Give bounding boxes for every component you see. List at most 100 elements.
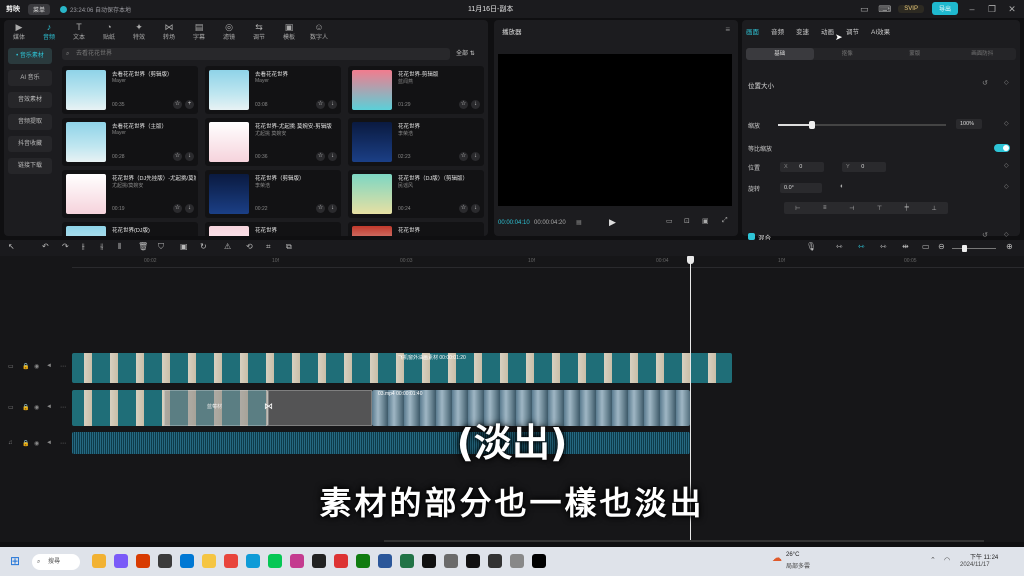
scale-slider[interactable] — [778, 121, 946, 129]
filter-button[interactable]: 全部 ⇅ — [456, 48, 486, 60]
keyframe-icon[interactable]: ◇ — [1004, 79, 1009, 86]
mark-icon[interactable]: ⛉ — [158, 242, 164, 252]
shortcut-icon[interactable]: ⌨ — [878, 3, 891, 15]
tiktok-icon[interactable] — [466, 554, 480, 568]
playhead-handle[interactable] — [687, 256, 694, 264]
music-card[interactable]: 花花世界 — [205, 222, 341, 236]
caption-icon[interactable]: ▭ — [922, 242, 930, 251]
media-tab-9[interactable]: ▣ 模板 — [274, 20, 304, 42]
property-subtab-1[interactable]: 抠像 — [814, 48, 882, 60]
export-button[interactable]: 导出 — [931, 2, 958, 15]
split-right-icon[interactable]: ⫴ — [118, 242, 121, 252]
windows-start-icon[interactable]: ⊞ — [10, 554, 20, 568]
zoom-slider[interactable] — [952, 248, 996, 249]
favorite-icon[interactable]: ☆ — [316, 100, 325, 109]
split-icon[interactable]: ⫲ — [82, 242, 85, 252]
chrome-icon[interactable] — [224, 554, 238, 568]
delete-icon[interactable]: 🗑 — [138, 242, 148, 251]
layout-icon[interactable]: ▭ — [858, 3, 870, 15]
media-tab-3[interactable]: ◔ 贴纸 — [94, 20, 124, 42]
word-icon[interactable] — [378, 554, 392, 568]
property-tab-0[interactable]: 画面 — [746, 26, 759, 36]
download-icon[interactable]: ↓ — [185, 204, 194, 213]
fullscreen-icon[interactable]: ⤢ — [722, 217, 728, 225]
add-icon[interactable]: + — [185, 100, 194, 109]
align-right-icon[interactable]: ⊣ — [849, 205, 854, 212]
more-icon[interactable]: ⋯ — [60, 363, 66, 370]
calculator-icon[interactable] — [158, 554, 172, 568]
property-subtab-0[interactable]: 基础 — [746, 48, 814, 60]
office-icon[interactable] — [136, 554, 150, 568]
pdf-icon[interactable] — [334, 554, 348, 568]
media-tab-7[interactable]: ◎ 滤镜 — [214, 20, 244, 42]
undo-icon[interactable]: ↶ — [42, 242, 49, 251]
property-tab-4[interactable]: 调节 — [846, 26, 859, 36]
link-main-icon[interactable]: ⇿ — [836, 242, 843, 251]
property-subtab-3[interactable]: 画面防抖 — [949, 48, 1017, 60]
download-icon[interactable]: ↓ — [471, 152, 480, 161]
download-icon[interactable]: ↓ — [328, 204, 337, 213]
music-card[interactable]: 花花世界（剪辑版） 李荣浩 00:22 ☆ ↓ — [205, 170, 341, 218]
sidebar-item-3[interactable]: 音频提取 — [8, 114, 52, 130]
media-tab-2[interactable]: T 文本 — [64, 20, 94, 42]
media-tab-8[interactable]: ⇆ 调节 — [244, 20, 274, 42]
download-icon[interactable]: ↓ — [328, 100, 337, 109]
svip-badge[interactable]: SVIP — [898, 4, 924, 13]
favorite-icon[interactable]: ☆ — [316, 204, 325, 213]
reverse-icon[interactable]: ↻ — [200, 242, 207, 251]
close-icon[interactable]: ✕ — [1006, 3, 1018, 15]
favorite-icon[interactable]: ☆ — [459, 152, 468, 161]
frame-icon[interactable]: ⧉ — [286, 242, 292, 252]
rotate-dial-icon[interactable]: ◐ — [840, 183, 844, 190]
favorite-icon[interactable]: ☆ — [173, 100, 182, 109]
audio-icon[interactable]: ◄ — [46, 363, 52, 369]
main-lock-icon[interactable]: 🔒 — [22, 404, 29, 411]
favorite-icon[interactable]: ☆ — [173, 152, 182, 161]
music-card[interactable]: 花花世界-剪辑版 蓝闻燕 01:29 ☆ ↓ — [348, 66, 484, 114]
align-bottom-icon[interactable]: ⊥ — [931, 205, 936, 212]
photos-icon[interactable] — [290, 554, 304, 568]
scale-value-field[interactable]: 100% — [956, 119, 982, 129]
media-tab-5[interactable]: ⋈ 转场 — [154, 20, 184, 42]
line-icon[interactable] — [268, 554, 282, 568]
select-tool-icon[interactable]: ↖ — [8, 242, 15, 251]
lock-icon[interactable]: 🔒 — [22, 363, 29, 370]
ratio-icon[interactable]: ▭ — [666, 217, 673, 225]
timecode-format-icon[interactable]: ▦ — [576, 219, 582, 226]
uniform-scale-toggle[interactable] — [994, 144, 1010, 152]
transition-icon[interactable]: ⋈ — [264, 401, 273, 412]
settings-icon[interactable] — [444, 554, 458, 568]
capcut-active-icon[interactable] — [532, 554, 546, 568]
align-center-h-icon[interactable]: ≡ — [823, 205, 827, 211]
rotate-tool-icon[interactable]: ⟲ — [246, 242, 253, 251]
mirror-icon[interactable]: ⚠ — [224, 242, 231, 251]
taskbar-search[interactable]: ⌕ 搜尋 — [32, 554, 80, 570]
clock-time[interactable]: 下午 11:24 — [970, 552, 998, 561]
player-menu-icon[interactable]: ≡ — [725, 25, 730, 34]
property-tab-3[interactable]: 动画 — [821, 26, 834, 36]
gear-icon[interactable] — [510, 554, 524, 568]
microphone-icon[interactable]: 🎙 — [806, 242, 816, 251]
blend-checkbox[interactable] — [748, 233, 755, 240]
media-tab-6[interactable]: ▤ 字幕 — [184, 20, 214, 42]
preview-axis-icon[interactable]: ⇹ — [902, 242, 909, 251]
scale-slider-handle[interactable] — [808, 121, 815, 129]
obs-icon[interactable] — [312, 554, 326, 568]
overlay-clip[interactable]: 飞机窗外油画素材 00:00:01:20 — [72, 353, 732, 383]
zoom-out-icon[interactable]: ⊖ — [938, 242, 945, 251]
eye-icon[interactable]: ◉ — [34, 363, 39, 370]
music-card[interactable]: 去看花花世界 Mayer 03:08 ☆ ↓ — [205, 66, 341, 114]
blend-keyframe-icon[interactable]: ◇ — [1004, 231, 1009, 238]
menu-button[interactable]: 菜单 — [28, 3, 51, 15]
redo-icon[interactable]: ↷ — [62, 242, 69, 251]
download-icon[interactable]: ↓ — [471, 100, 480, 109]
favorite-icon[interactable]: ☆ — [316, 152, 325, 161]
property-tab-5[interactable]: AI效果 — [871, 26, 890, 36]
align-center-v-icon[interactable]: ╪ — [905, 205, 909, 211]
position-y-field[interactable]: Y 0 — [842, 162, 886, 172]
crop-tool-icon[interactable]: ⌗ — [266, 242, 271, 252]
xbox-icon[interactable] — [356, 554, 370, 568]
rotate-field[interactable]: 0.0° — [780, 183, 822, 193]
main-eye-icon[interactable]: ◉ — [34, 404, 39, 411]
wifi-icon[interactable]: ◠ — [944, 556, 950, 564]
